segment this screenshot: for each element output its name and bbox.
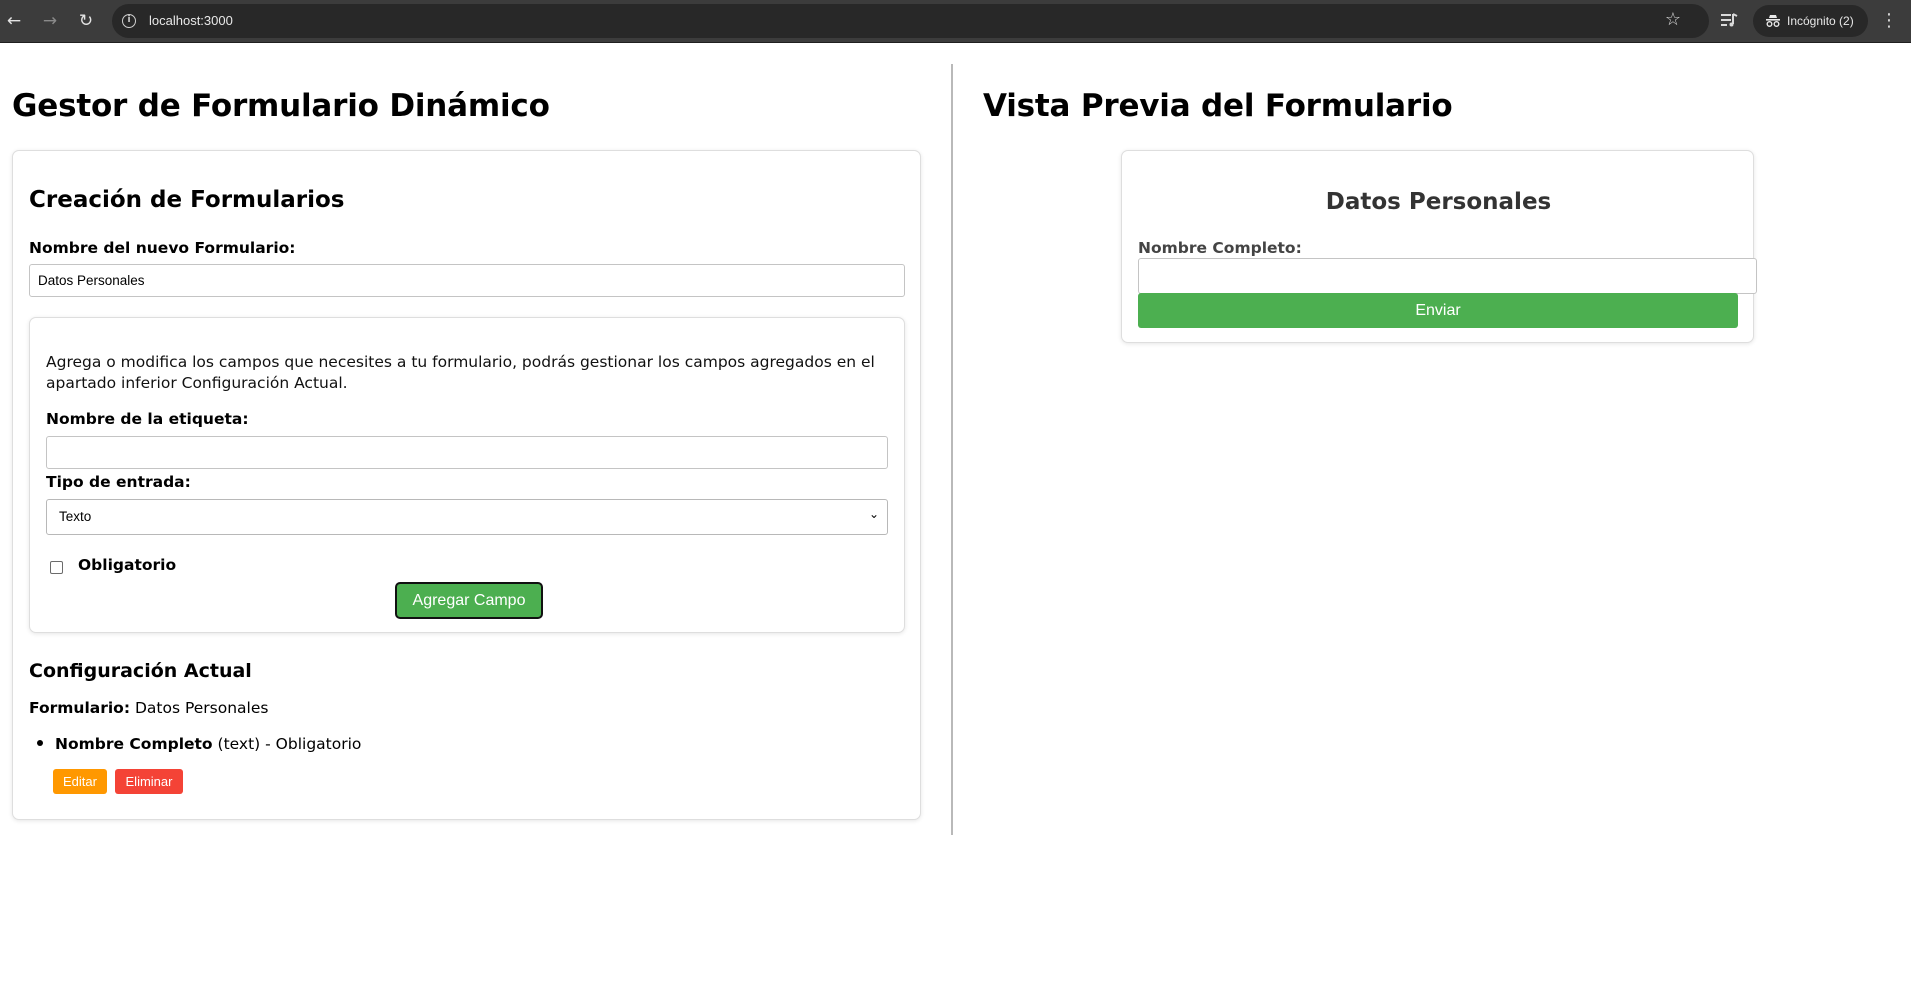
media-queue-icon[interactable] [1719, 10, 1739, 30]
preview-title: Vista Previa del Formulario [983, 88, 1453, 124]
incognito-indicator[interactable]: Incógnito (2) [1753, 5, 1868, 37]
field-type: (text) [217, 735, 261, 753]
address-bar[interactable]: i localhost:3000 ☆ [112, 4, 1709, 38]
tag-name-input[interactable] [46, 436, 888, 469]
form-name-input[interactable] [29, 264, 905, 297]
input-type-value: Texto [59, 509, 92, 524]
creation-title: Creación de Formularios [29, 187, 345, 213]
form-name-label: Nombre del nuevo Formulario: [29, 239, 296, 257]
back-arrow-icon[interactable]: ← [2, 9, 26, 33]
help-text: Agrega o modifica los campos que necesit… [46, 353, 875, 392]
required-label: Obligatorio [78, 556, 177, 574]
form-preview-card: Datos Personales Nombre Completo: Enviar [1121, 150, 1757, 343]
edit-field-button[interactable]: Editar [53, 769, 107, 794]
url-text[interactable]: localhost:3000 [149, 13, 233, 28]
config-form-label: Formulario: [29, 699, 131, 717]
form-creation-card: Creación de Formularios Nombre del nuevo… [12, 150, 921, 820]
field-name: Nombre Completo [55, 735, 213, 753]
page: Gestor de Formulario Dinámico Vista Prev… [0, 44, 1911, 995]
add-field-button[interactable]: Agregar Campo [395, 582, 543, 619]
browser-menu-icon[interactable]: ⋮ [1880, 8, 1898, 34]
forward-arrow-icon[interactable]: → [38, 9, 62, 33]
delete-field-button[interactable]: Eliminar [115, 769, 183, 794]
tag-label: Nombre de la etiqueta: [46, 410, 249, 428]
incognito-icon [1766, 15, 1780, 27]
submit-button[interactable]: Enviar [1138, 293, 1738, 328]
field-required: - Obligatorio [265, 735, 362, 753]
config-form-name: Datos Personales [134, 699, 269, 717]
config-title: Configuración Actual [29, 660, 252, 682]
preview-form-title: Datos Personales [1325, 189, 1552, 215]
input-type-label: Tipo de entrada: [46, 473, 191, 491]
preview-field-label: Nombre Completo: [1138, 239, 1302, 257]
builder-title: Gestor de Formulario Dinámico [12, 88, 550, 124]
browser-toolbar: ← → ↻ i localhost:3000 ☆ Incógnito (2) ⋮ [0, 0, 1911, 43]
preview-field-input[interactable] [1138, 258, 1757, 294]
input-type-select[interactable]: Texto ⌄ [46, 499, 888, 535]
list-item: Nombre Completo (text) - Obligatorio [29, 735, 361, 753]
panel-divider [951, 64, 953, 835]
config-form-line: Formulario: Datos Personales [29, 699, 268, 717]
bullet-icon [37, 740, 43, 746]
site-info-icon[interactable]: i [122, 14, 136, 28]
field-editor-card: Agrega o modifica los campos que necesit… [29, 317, 905, 633]
bookmark-star-icon[interactable]: ☆ [1665, 9, 1681, 30]
required-checkbox[interactable] [50, 561, 63, 574]
chevron-down-icon: ⌄ [868, 507, 879, 521]
incognito-label: Incógnito (2) [1787, 14, 1854, 28]
reload-icon[interactable]: ↻ [74, 9, 98, 33]
